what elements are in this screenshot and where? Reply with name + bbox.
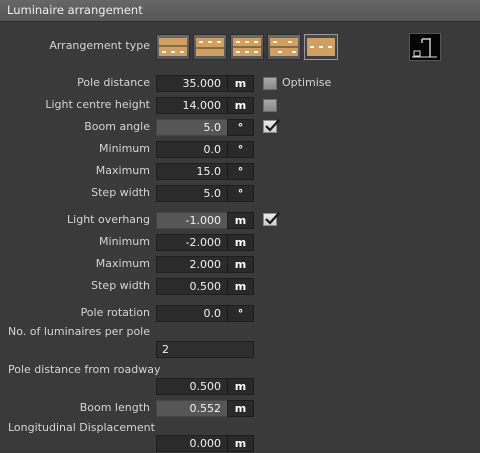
light-centre-height-checkbox[interactable]: [263, 99, 277, 112]
optimise-checkbox[interactable]: [263, 77, 277, 90]
overhang-maximum-label: Maximum: [95, 257, 150, 270]
light-overhang-label: Light overhang: [67, 213, 150, 226]
overhang-minimum-label: Minimum: [99, 235, 150, 248]
longitudinal-displacement-unit: m: [227, 435, 254, 452]
pole-rotation-unit: °: [227, 305, 254, 322]
overhang-step-width-input[interactable]: 0.500: [156, 278, 228, 295]
boom-minimum-label: Minimum: [99, 142, 150, 155]
luminaires-per-pole-label: No. of luminaires per pole: [8, 325, 151, 338]
single-side-top-arrangement-icon: [196, 38, 224, 56]
scrollbar[interactable]: [480, 0, 487, 453]
central-arrangement-icon: [307, 38, 335, 56]
overhang-maximum-input[interactable]: 2.000: [156, 256, 228, 273]
light-centre-height-label: Light centre height: [45, 98, 150, 111]
pole-distance-from-roadway-unit: m: [227, 378, 254, 395]
boom-step-width-input[interactable]: 5.0: [156, 185, 228, 202]
boom-angle-input[interactable]: 5.0: [156, 119, 228, 136]
luminaire-arrangement-panel: Luminaire arrangement Arrangement type P…: [0, 0, 480, 453]
checkmark-icon: [265, 119, 280, 132]
optimise-label: Optimise: [282, 76, 332, 89]
light-overhang-unit: m: [227, 212, 254, 229]
boom-minimum-unit: °: [227, 141, 254, 158]
pole-bracket-button[interactable]: [409, 33, 441, 61]
longitudinal-displacement-input[interactable]: 0.000: [156, 435, 228, 452]
overhang-step-width-unit: m: [227, 278, 254, 295]
pole-rotation-label: Pole rotation: [80, 306, 150, 319]
pole-distance-label: Pole distance: [77, 76, 150, 89]
luminaires-per-pole-input[interactable]: 2: [156, 341, 254, 358]
boom-step-width-unit: °: [227, 185, 254, 202]
arrangement-opposite-button[interactable]: [230, 34, 264, 60]
checkmark-icon: [265, 212, 280, 225]
boom-length-unit: m: [227, 400, 254, 417]
panel-title: Luminaire arrangement: [0, 0, 480, 22]
light-overhang-checkbox[interactable]: [263, 212, 280, 226]
boom-length-label: Boom length: [79, 401, 150, 414]
overhang-step-width-label: Step width: [91, 279, 150, 292]
staggered-arrangement-icon: [270, 38, 298, 56]
opposite-arrangement-icon: [233, 38, 261, 56]
boom-angle-unit: °: [227, 119, 254, 136]
boom-angle-label: Boom angle: [84, 120, 150, 133]
single-side-bottom-arrangement-icon: [159, 38, 187, 56]
pole-distance-unit: m: [227, 75, 254, 92]
boom-length-input: 0.552: [156, 400, 228, 417]
boom-maximum-label: Maximum: [95, 164, 150, 177]
pole-rotation-input[interactable]: 0.0: [156, 305, 228, 322]
overhang-maximum-unit: m: [227, 256, 254, 273]
light-overhang-input[interactable]: -1.000: [156, 212, 228, 229]
light-centre-height-input[interactable]: 14.000: [156, 97, 228, 114]
pole-distance-input[interactable]: 35.000: [156, 75, 228, 92]
boom-maximum-input[interactable]: 15.0: [156, 163, 228, 180]
arrangement-single-side-bottom-button[interactable]: [156, 34, 190, 60]
pole-bracket-icon: [412, 38, 437, 58]
pole-distance-from-roadway-label: Pole distance from roadway: [8, 363, 161, 376]
overhang-minimum-unit: m: [227, 234, 254, 251]
pole-distance-from-roadway-input[interactable]: 0.500: [156, 378, 228, 395]
arrangement-central-button[interactable]: [304, 34, 338, 60]
boom-minimum-input[interactable]: 0.0: [156, 141, 228, 158]
boom-angle-checkbox[interactable]: [263, 119, 280, 133]
arrangement-type-label: Arrangement type: [49, 39, 150, 52]
boom-step-width-label: Step width: [91, 186, 150, 199]
overhang-minimum-input[interactable]: -2.000: [156, 234, 228, 251]
boom-maximum-unit: °: [227, 163, 254, 180]
longitudinal-displacement-label: Longitudinal Displacement: [8, 421, 155, 434]
arrangement-single-side-top-button[interactable]: [193, 34, 227, 60]
light-centre-height-unit: m: [227, 97, 254, 114]
arrangement-staggered-button[interactable]: [267, 34, 301, 60]
